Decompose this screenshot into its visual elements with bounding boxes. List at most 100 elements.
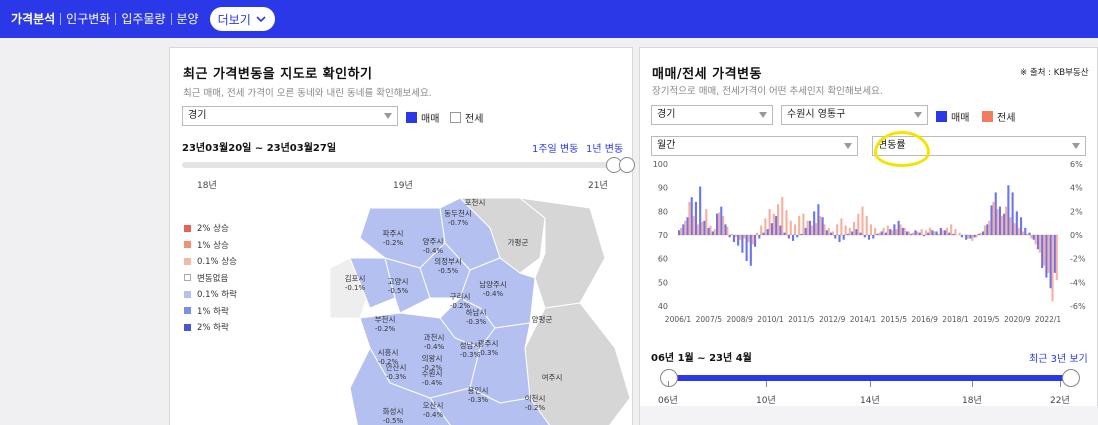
legend-label: 2% 하락 <box>197 323 229 334</box>
legend-swatch <box>184 307 191 315</box>
map-region-name: 수원시 <box>422 369 443 378</box>
sale-bar <box>838 235 841 243</box>
x-axis-tick: 2020/9 <box>1004 315 1031 324</box>
jeonse-bar <box>1017 227 1020 235</box>
legend-item: 2% 하락 <box>184 319 237 336</box>
sale-checkbox[interactable]: 매매 <box>406 110 439 125</box>
sale-bar <box>1011 192 1014 235</box>
jeonse-checkbox[interactable]: 전세 <box>450 110 483 125</box>
map-region-value: -0.4% <box>423 411 444 419</box>
jeonse-bar <box>810 225 813 235</box>
district-select[interactable]: 수원시 영통구 <box>781 105 928 125</box>
sale-bar <box>678 230 681 235</box>
price-trend-title: 매매/전세 가격변동 <box>652 67 762 82</box>
y-right-tick: 0% <box>1070 231 1083 240</box>
jeonse-bar <box>878 232 881 235</box>
trend-slider-tick-mark <box>870 381 871 387</box>
legend-item: 1% 상승 <box>184 237 237 254</box>
sale-bar <box>770 223 773 235</box>
period-select[interactable]: 월간 <box>651 136 858 156</box>
sale-bar <box>783 232 786 235</box>
year-change-link[interactable]: 1년 변동 <box>586 140 623 155</box>
map-region-name: 용인시 <box>468 385 489 395</box>
map-region-name: 가평군 <box>508 237 529 247</box>
sale-bar <box>863 235 866 238</box>
price-trend-subtitle: 장기적으로 매매, 전세가격이 어떤 추세인지 확인해보세요. <box>652 86 883 97</box>
week-change-link[interactable]: 1주일 변동 <box>532 140 578 155</box>
jeonse-bar <box>768 208 771 235</box>
sale-bar <box>1053 235 1056 273</box>
map-region-value: -0.2% <box>383 239 404 247</box>
jeonse-bar <box>709 225 712 235</box>
jeonse-bar <box>895 229 898 235</box>
trend-slider-start-handle[interactable] <box>660 369 678 387</box>
x-axis-tick: 2016/9 <box>911 315 938 324</box>
y-right-tick: 2% <box>1070 207 1083 216</box>
region-select[interactable]: 경기 <box>182 106 398 126</box>
jeonse-bar <box>891 230 894 235</box>
sale-bar <box>694 201 697 235</box>
dropdown-arrow-icon <box>1072 143 1080 149</box>
sale-bar <box>792 235 795 241</box>
jeonse-bar <box>798 216 801 235</box>
sale-bar <box>1024 227 1027 235</box>
map-region-name: 광주시 <box>478 338 499 348</box>
map-region-value: -0.4% <box>423 247 444 255</box>
sale-bar <box>998 206 1001 235</box>
x-axis-tick: 2012/9 <box>819 315 846 324</box>
right-sale-checkbox[interactable]: 매매 <box>936 109 969 124</box>
sale-bar <box>804 227 807 235</box>
jeonse-bar <box>848 227 851 235</box>
jeonse-bar <box>713 229 716 235</box>
map-slider-handle[interactable] <box>619 157 635 173</box>
legend-swatch <box>184 257 191 265</box>
jeonse-bar <box>992 201 995 235</box>
jeonse-bar <box>777 204 780 235</box>
sale-bar <box>830 232 833 235</box>
jeonse-bar <box>882 227 885 235</box>
jeonse-bar <box>874 227 877 235</box>
sale-bar <box>901 227 904 235</box>
sale-bar <box>682 224 685 235</box>
x-axis-tick: 2018/1 <box>942 315 969 324</box>
period-select-value: 월간 <box>657 140 676 151</box>
district-select-value: 수원시 영통구 <box>787 109 846 120</box>
sale-bar <box>868 235 871 240</box>
y-right-tick: -2% <box>1070 255 1086 264</box>
map-region-name: 양주시 <box>423 237 444 246</box>
nav-population[interactable]: 인구변화 <box>61 0 115 38</box>
map-region-value: -0.2% <box>525 404 546 412</box>
map-region-name: 과천시 <box>424 332 445 342</box>
jeonse-bar <box>975 235 978 238</box>
map-time-slider[interactable] <box>182 162 622 168</box>
trend-slider-end-handle[interactable] <box>1062 369 1080 387</box>
jeonse-bar <box>916 231 919 235</box>
map-slider-tick: 21년 <box>588 181 608 191</box>
legend-label: 0.1% 하락 <box>197 290 237 301</box>
right-jeonse-checkbox[interactable]: 전세 <box>982 109 1015 124</box>
jeonse-bar <box>836 224 839 235</box>
nav-supply[interactable]: 입주물량 <box>116 0 170 38</box>
legend-item: 0.1% 상승 <box>184 253 237 270</box>
nav-price-analysis[interactable]: 가격분석 <box>6 0 60 38</box>
jeonse-bar <box>983 225 987 235</box>
recent-3-years-link[interactable]: 최근 3년 보기 <box>1029 350 1088 365</box>
map-region-name: 의정부시 <box>434 256 462 266</box>
jeonse-bar <box>1055 235 1058 280</box>
jeonse-bar <box>971 235 974 241</box>
jeonse-bar <box>831 231 835 235</box>
jeonse-bar <box>907 231 911 235</box>
jeonse-bar <box>1038 235 1041 253</box>
right-region-select[interactable]: 경기 <box>651 105 773 125</box>
map-date-range: 23년03월20일 ~ 23년03월27일 <box>182 143 337 154</box>
sale-bar <box>990 205 993 235</box>
sale-bar <box>808 220 811 235</box>
panel-footer <box>640 406 1098 425</box>
sale-bar <box>758 235 761 239</box>
jeonse-bar <box>760 225 763 235</box>
map-region-name: 고양시 <box>388 277 409 286</box>
nav-presale[interactable]: 분양 <box>172 0 204 38</box>
more-button[interactable]: 더보기 <box>209 7 275 31</box>
map-slider-tick: 18년 <box>197 181 217 191</box>
map-region-name: 구리시 <box>450 292 471 301</box>
